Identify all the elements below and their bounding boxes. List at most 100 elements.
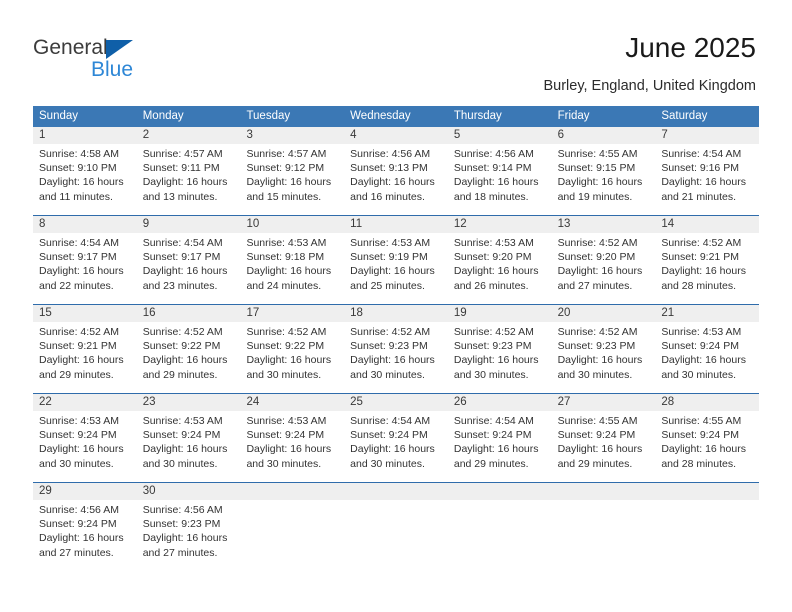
day-number[interactable]: 8 <box>33 216 137 233</box>
day-number[interactable]: 30 <box>137 483 241 500</box>
day-info-line: Sunrise: 4:57 AM <box>246 148 327 160</box>
weekday-header-wednesday: Wednesday <box>350 110 411 122</box>
day-cell-empty <box>552 500 656 571</box>
week-daynumber-band: 15 16 17 18 19 20 21 <box>33 305 759 322</box>
day-info-line: and 23 minutes. <box>142 279 218 292</box>
day-info-line: Daylight: 16 hours <box>142 176 228 189</box>
day-number-empty <box>240 483 344 500</box>
day-info-line: Sunrise: 4:53 AM <box>453 237 534 249</box>
day-info-line: Daylight: 16 hours <box>661 176 746 189</box>
logo-text-general: General <box>33 36 108 59</box>
day-cell[interactable]: Sunrise: 4:54 AM Sunset: 9:24 PM Daylight:… <box>448 411 552 482</box>
day-number[interactable]: 4 <box>344 127 448 144</box>
day-number[interactable]: 23 <box>137 394 241 411</box>
day-number[interactable]: 1 <box>33 127 137 144</box>
day-info-line: and 29 minutes. <box>453 457 529 470</box>
week-daynumber-band: 8 9 10 11 12 13 14 <box>33 216 759 233</box>
day-info-line: Daylight: 16 hours <box>661 265 746 278</box>
day-info-line: and 25 minutes. <box>350 279 425 292</box>
day-cell[interactable]: Sunrise: 4:54 AM Sunset: 9:17 PM Daylight:… <box>33 233 137 304</box>
day-number-empty <box>344 483 448 500</box>
day-number[interactable]: 10 <box>240 216 344 233</box>
day-info-line: Sunrise: 4:56 AM <box>453 148 534 160</box>
day-cell[interactable]: Sunrise: 4:52 AM Sunset: 9:23 PM Daylight:… <box>344 322 448 393</box>
day-number[interactable]: 11 <box>344 216 448 233</box>
day-info-line: and 29 minutes. <box>557 457 633 470</box>
day-number[interactable]: 21 <box>655 305 759 322</box>
day-cell[interactable]: Sunrise: 4:54 AM Sunset: 9:24 PM Daylight:… <box>344 411 448 482</box>
day-cell[interactable]: Sunrise: 4:56 AM Sunset: 9:23 PM Daylight:… <box>137 500 241 571</box>
week-detail-band: Sunrise: 4:54 AM Sunset: 9:17 PM Daylight:… <box>33 233 759 304</box>
day-number[interactable]: 13 <box>552 216 656 233</box>
day-number[interactable]: 17 <box>240 305 344 322</box>
day-info-line: Sunset: 9:15 PM <box>557 162 636 175</box>
day-number[interactable]: 5 <box>448 127 552 144</box>
day-info-line: and 30 minutes. <box>350 457 425 470</box>
day-number[interactable]: 18 <box>344 305 448 322</box>
day-number[interactable]: 16 <box>137 305 241 322</box>
day-number[interactable]: 27 <box>552 394 656 411</box>
day-cell[interactable]: Sunrise: 4:53 AM Sunset: 9:24 PM Daylight:… <box>655 322 759 393</box>
day-info-line: Daylight: 16 hours <box>350 354 435 367</box>
day-info-line: and 30 minutes. <box>142 457 218 470</box>
day-info-line: Sunrise: 4:57 AM <box>142 148 223 160</box>
day-cell[interactable]: Sunrise: 4:52 AM Sunset: 9:22 PM Daylight:… <box>240 322 344 393</box>
day-cell[interactable]: Sunrise: 4:56 AM Sunset: 9:24 PM Daylight:… <box>33 500 137 571</box>
day-number[interactable]: 28 <box>655 394 759 411</box>
calendar-week-row: 1 2 3 4 5 6 7 Sunrise: 4:58 AM Sunset: 9:10 PM Da… <box>33 127 759 215</box>
day-number[interactable]: 6 <box>552 127 656 144</box>
day-info-line: Daylight: 16 hours <box>142 354 228 367</box>
day-number[interactable]: 15 <box>33 305 137 322</box>
day-info-line: and 29 minutes. <box>142 368 218 381</box>
day-number[interactable]: 25 <box>344 394 448 411</box>
day-info-line: Daylight: 16 hours <box>39 443 124 456</box>
day-cell[interactable]: Sunrise: 4:53 AM Sunset: 9:20 PM Daylight:… <box>448 233 552 304</box>
day-cell[interactable]: Sunrise: 4:55 AM Sunset: 9:15 PM Daylight:… <box>552 144 656 215</box>
day-number[interactable]: 2 <box>137 127 241 144</box>
day-number[interactable]: 9 <box>137 216 241 233</box>
day-cell[interactable]: Sunrise: 4:57 AM Sunset: 9:11 PM Daylight:… <box>137 144 241 215</box>
week-detail-band: Sunrise: 4:56 AM Sunset: 9:24 PM Daylight:… <box>33 500 759 571</box>
day-number[interactable]: 24 <box>240 394 344 411</box>
day-cell[interactable]: Sunrise: 4:53 AM Sunset: 9:18 PM Daylight:… <box>240 233 344 304</box>
day-info-line: and 28 minutes. <box>661 457 737 470</box>
day-cell[interactable]: Sunrise: 4:57 AM Sunset: 9:12 PM Daylight:… <box>240 144 344 215</box>
day-cell[interactable]: Sunrise: 4:56 AM Sunset: 9:13 PM Daylight:… <box>344 144 448 215</box>
day-number[interactable]: 26 <box>448 394 552 411</box>
day-info-line: Daylight: 16 hours <box>39 532 124 545</box>
day-cell[interactable]: Sunrise: 4:52 AM Sunset: 9:20 PM Daylight:… <box>552 233 656 304</box>
day-cell[interactable]: Sunrise: 4:54 AM Sunset: 9:16 PM Daylight:… <box>655 144 759 215</box>
day-cell[interactable]: Sunrise: 4:55 AM Sunset: 9:24 PM Daylight:… <box>552 411 656 482</box>
day-cell[interactable]: Sunrise: 4:53 AM Sunset: 9:19 PM Daylight:… <box>344 233 448 304</box>
day-info-line: Daylight: 16 hours <box>39 176 124 189</box>
calendar-weeks: 1 2 3 4 5 6 7 Sunrise: 4:58 AM Sunset: 9:10 PM Da… <box>33 127 759 571</box>
day-cell[interactable]: Sunrise: 4:56 AM Sunset: 9:14 PM Daylight:… <box>448 144 552 215</box>
day-number[interactable]: 22 <box>33 394 137 411</box>
day-info-line: Daylight: 16 hours <box>246 265 332 278</box>
day-cell[interactable]: Sunrise: 4:54 AM Sunset: 9:17 PM Daylight:… <box>137 233 241 304</box>
day-info-line: Sunrise: 4:52 AM <box>661 237 742 249</box>
day-number[interactable]: 19 <box>448 305 552 322</box>
weekday-header-friday: Friday <box>557 110 590 122</box>
day-cell[interactable]: Sunrise: 4:58 AM Sunset: 9:10 PM Daylight:… <box>33 144 137 215</box>
day-number[interactable]: 3 <box>240 127 344 144</box>
logo-text-blue: Blue <box>91 58 134 81</box>
day-info-line: Sunrise: 4:55 AM <box>661 415 742 427</box>
day-number[interactable]: 14 <box>655 216 759 233</box>
day-cell[interactable]: Sunrise: 4:52 AM Sunset: 9:23 PM Daylight:… <box>552 322 656 393</box>
day-cell[interactable]: Sunrise: 4:52 AM Sunset: 9:23 PM Daylight:… <box>448 322 552 393</box>
day-cell[interactable]: Sunrise: 4:53 AM Sunset: 9:24 PM Daylight:… <box>137 411 241 482</box>
day-cell[interactable]: Sunrise: 4:53 AM Sunset: 9:24 PM Daylight:… <box>33 411 137 482</box>
day-number[interactable]: 7 <box>655 127 759 144</box>
day-number[interactable]: 29 <box>33 483 137 500</box>
day-number[interactable]: 20 <box>552 305 656 322</box>
day-info-line: and 30 minutes. <box>453 368 529 381</box>
day-info-line: Sunrise: 4:56 AM <box>350 148 431 160</box>
day-cell[interactable]: Sunrise: 4:55 AM Sunset: 9:24 PM Daylight:… <box>655 411 759 482</box>
day-cell[interactable]: Sunrise: 4:52 AM Sunset: 9:22 PM Daylight:… <box>137 322 241 393</box>
day-cell[interactable]: Sunrise: 4:52 AM Sunset: 9:21 PM Daylight:… <box>33 322 137 393</box>
day-number[interactable]: 12 <box>448 216 552 233</box>
day-info-line: and 13 minutes. <box>142 190 218 203</box>
day-cell[interactable]: Sunrise: 4:52 AM Sunset: 9:21 PM Daylight:… <box>655 233 759 304</box>
day-cell[interactable]: Sunrise: 4:53 AM Sunset: 9:24 PM Daylight:… <box>240 411 344 482</box>
